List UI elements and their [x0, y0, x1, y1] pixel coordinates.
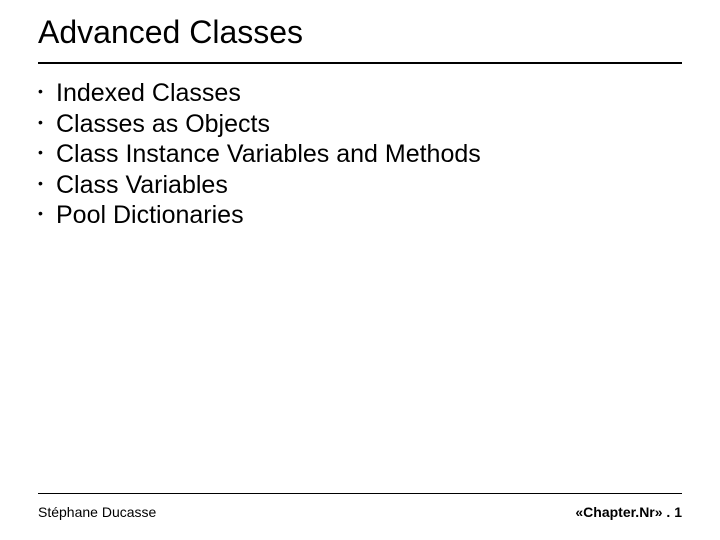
slide-body: Indexed Classes Classes as Objects Class…	[38, 78, 682, 231]
footer-page-ref: «Chapter.Nr» . 1	[575, 504, 682, 520]
list-item: Classes as Objects	[38, 109, 682, 140]
bullet-list: Indexed Classes Classes as Objects Class…	[38, 78, 682, 231]
slide: Advanced Classes Indexed Classes Classes…	[0, 0, 720, 540]
footer-author: Stéphane Ducasse	[38, 504, 156, 520]
footer-divider	[38, 493, 682, 494]
slide-title: Advanced Classes	[38, 14, 303, 51]
list-item: Class Instance Variables and Methods	[38, 139, 682, 170]
list-item: Pool Dictionaries	[38, 200, 682, 231]
list-item: Indexed Classes	[38, 78, 682, 109]
list-item: Class Variables	[38, 170, 682, 201]
title-divider	[38, 62, 682, 64]
